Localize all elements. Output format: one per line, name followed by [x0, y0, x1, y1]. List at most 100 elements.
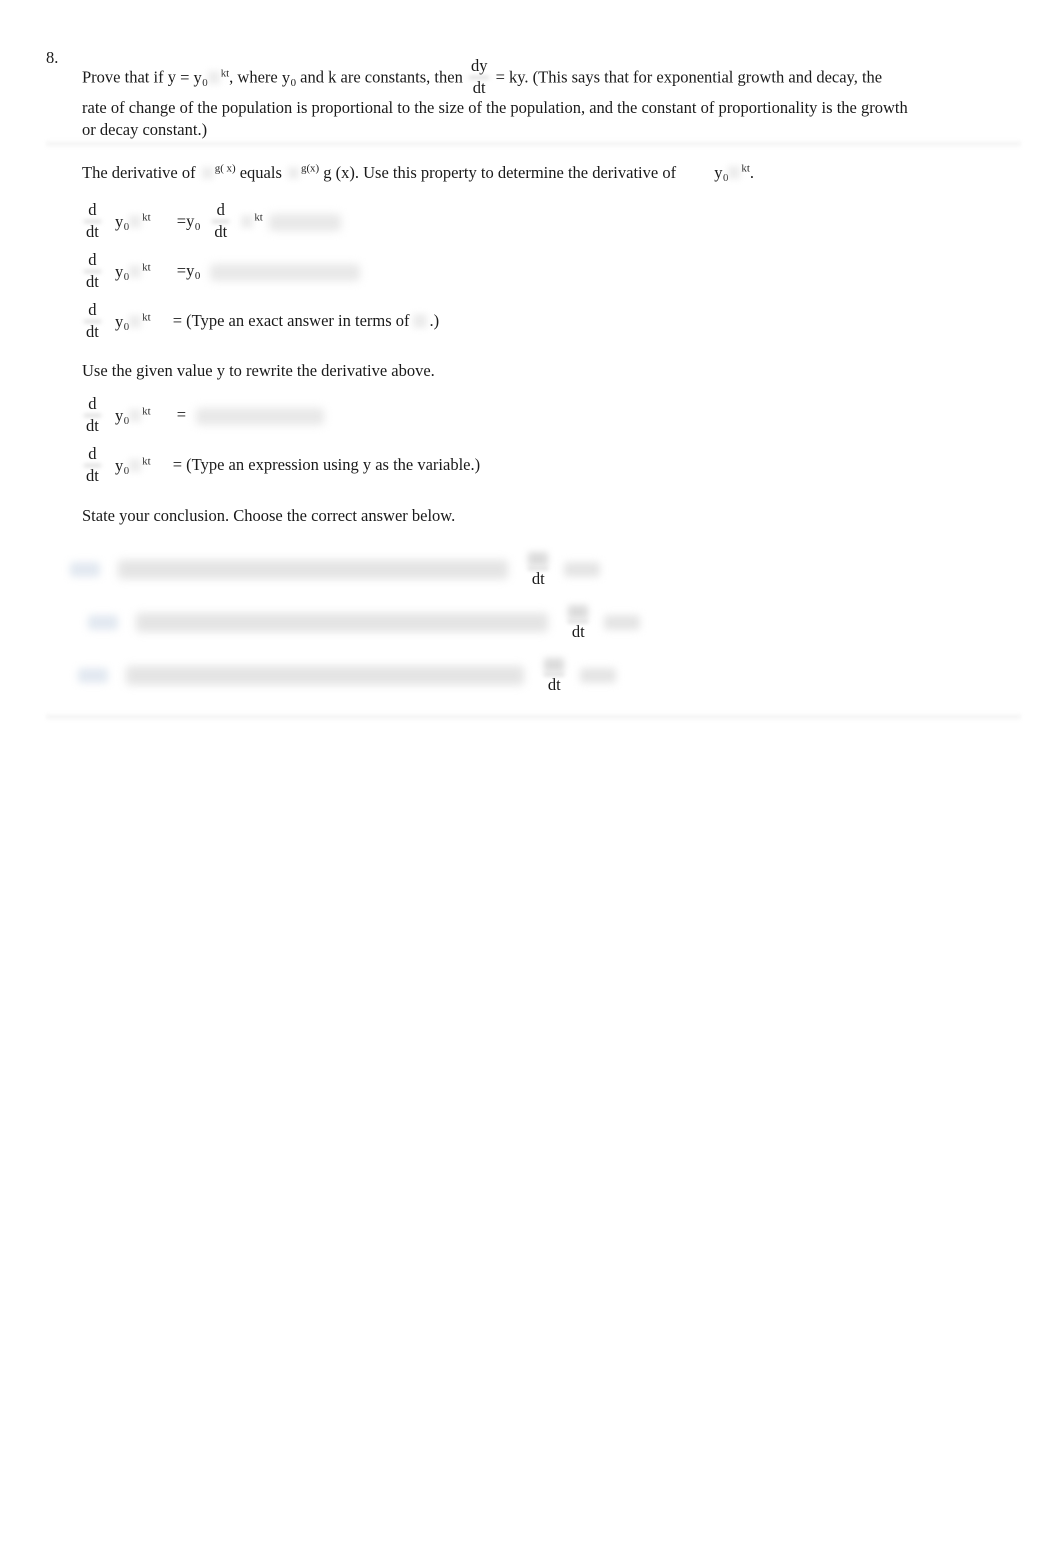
fraction-bar	[568, 620, 589, 623]
redacted-answer-field[interactable]	[196, 408, 325, 426]
step3-lhs: d dt y0kt	[82, 300, 151, 341]
redacted-base-e-icon	[241, 214, 254, 228]
redacted-choice-text	[136, 613, 549, 633]
property-text-equals: equals	[239, 163, 282, 182]
statement-text-a: Prove that if y	[82, 67, 176, 87]
radio-button-icon[interactable]	[70, 562, 100, 578]
redacted-base-e-icon	[129, 264, 142, 278]
fraction-redacted-over-dt: dt	[544, 658, 565, 694]
exponent-gx: g( x)	[214, 162, 236, 175]
y-subscript-zero: 0	[202, 76, 208, 89]
redacted-choice-tail	[580, 668, 617, 684]
rewrite-instruction-block: Use the given value y to rewrite the der…	[82, 360, 982, 382]
redacted-base-e-icon	[129, 214, 142, 228]
conclusion-instruction: State your conclusion. Choose the correc…	[82, 506, 456, 525]
redacted-numerator	[544, 658, 565, 672]
fraction-bar	[544, 673, 565, 676]
fraction-numerator: dy	[470, 56, 488, 75]
rewrite-step-2: d dt y0kt = (Type an expression using y …	[82, 444, 481, 492]
rewrite1-rhs: =	[177, 405, 325, 426]
step2-lhs: d dt y0kt	[82, 250, 151, 291]
redacted-base-e-icon	[129, 408, 142, 422]
statement-text-c: and k are constants, then	[300, 67, 463, 87]
statement-text-d: = ky. (This says that for exponential gr…	[495, 67, 883, 87]
derivative-steps-block: d dt y0kt =y0 d dt kt d dt y0kt =y0 d dt…	[82, 200, 440, 348]
redacted-base-e-icon	[207, 70, 220, 84]
section-divider-top	[46, 140, 1021, 148]
fraction-bar	[84, 319, 101, 323]
fraction-denominator: dt	[472, 77, 486, 97]
fraction-d-dt: d dt	[84, 444, 101, 485]
redacted-base-e-icon	[288, 167, 299, 179]
redacted-expression-tail	[268, 214, 341, 232]
statement-line-3: or decay constant.)	[82, 119, 208, 139]
rewrite-step-1: d dt y0kt =	[82, 394, 480, 442]
fraction-bar	[84, 413, 101, 417]
radio-button-icon[interactable]	[88, 615, 118, 631]
step1-rhs: =y0 d dt kt	[177, 200, 341, 241]
exponent-gx-2: g(x)	[301, 162, 320, 175]
redacted-numerator	[528, 552, 549, 566]
property-instruction: The derivative of g( x) equals g(x) g (x…	[82, 162, 982, 184]
answer-choice-b[interactable]: dt	[88, 605, 641, 658]
redacted-choice-tail	[604, 615, 641, 631]
section-divider-bottom	[46, 713, 1021, 721]
statement-line-1: Prove that if y = y0kt, where y0 and k a…	[82, 56, 962, 97]
problem-statement: Prove that if y = y0kt, where y0 and k a…	[82, 56, 982, 141]
fraction-d-dt-inner: d dt	[212, 200, 230, 241]
expression-ekt: kt	[241, 211, 263, 232]
property-period: .	[749, 163, 754, 182]
expression-y0ekt: y0kt	[114, 310, 151, 333]
answer-choice-c[interactable]: dt	[78, 658, 630, 711]
answer-choices-group: dt dt dt	[70, 552, 641, 711]
rewrite-steps-block: d dt y0kt = d dt y0kt = (Type an express…	[82, 394, 481, 492]
redacted-base-e-icon	[728, 166, 741, 179]
derivative-step-1: d dt y0kt =y0 d dt kt	[82, 200, 439, 248]
step3-instruction: = (Type an exact answer in terms of.)	[172, 311, 440, 331]
rewrite-instruction: Use the given value y to rewrite the der…	[82, 361, 435, 380]
fraction-redacted-over-dt: dt	[528, 552, 549, 588]
expression-y0ekt: y0kt	[114, 260, 151, 283]
fraction-d-dt: d dt	[84, 200, 101, 241]
fraction-bar	[528, 567, 549, 570]
redacted-base-e-icon	[129, 314, 142, 328]
fraction-denominator: dt	[571, 622, 585, 641]
expression-e-to-gx: g( x)	[200, 163, 236, 182]
fraction-d-dt: d dt	[84, 250, 101, 291]
expression-y0ekt: y0kt	[114, 454, 151, 477]
fraction-d-dt: d dt	[84, 300, 101, 341]
fraction-bar	[84, 269, 101, 273]
target-expression-y0ekt: y0kt	[714, 162, 750, 185]
document-page: 8. Prove that if y = y0kt , where y0 and …	[0, 0, 1062, 1561]
equation-y-equals-y0ekt: = y0kt	[180, 66, 230, 89]
answer-choice-a[interactable]: dt	[70, 552, 622, 605]
problem-number: 8.	[46, 48, 59, 67]
derivative-step-2: d dt y0kt =y0	[82, 250, 439, 298]
exponent-kt: kt	[220, 66, 230, 79]
variable-y-zero: y0	[281, 67, 297, 89]
property-text-b: g	[323, 163, 332, 182]
conclusion-block: State your conclusion. Choose the correc…	[82, 505, 982, 527]
step2-rhs: =y0	[177, 261, 361, 282]
fraction-bar	[84, 219, 101, 223]
fraction-redacted-over-dt: dt	[568, 605, 589, 641]
redacted-numerator	[568, 605, 589, 619]
fraction-bar	[212, 219, 230, 223]
redacted-answer-field[interactable]	[210, 264, 361, 282]
step1-lhs: d dt y0kt	[82, 200, 151, 241]
fraction-d-dt: d dt	[84, 394, 101, 435]
redacted-choice-tail	[564, 562, 601, 578]
radio-button-icon[interactable]	[78, 668, 108, 684]
expression-y0ekt: y0kt	[114, 210, 151, 233]
property-text-c: (x). Use this property to determine the …	[335, 163, 677, 182]
fraction-bar	[84, 463, 101, 467]
redacted-base-e-icon	[129, 458, 142, 472]
fraction-dy-dt: dy dt	[468, 56, 490, 97]
redacted-variable-icon	[412, 314, 427, 329]
rewrite2-instruction: = (Type an expression using y as the var…	[172, 455, 481, 475]
rewrite1-lhs: d dt y0kt	[82, 394, 151, 435]
property-sentence: The derivative of g( x) equals g(x) g (x…	[82, 162, 982, 184]
redacted-choice-text	[126, 666, 525, 686]
redacted-base-e-icon	[201, 167, 213, 179]
expression-e-to-gx-2: g(x)	[286, 163, 319, 182]
